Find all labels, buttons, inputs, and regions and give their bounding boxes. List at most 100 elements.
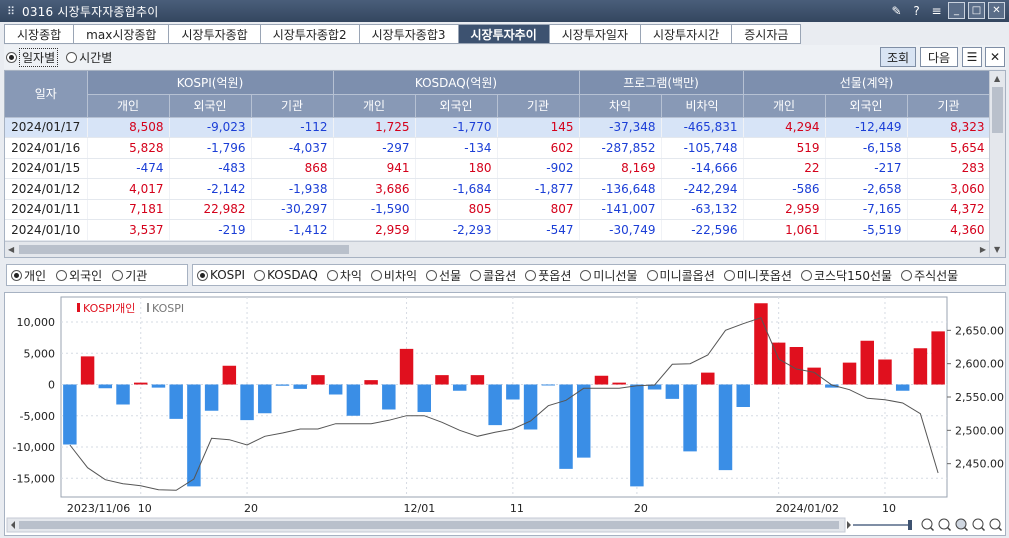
radio-off-icon: [580, 269, 592, 281]
y-left-tick-label: -5,000: [20, 410, 55, 423]
column-header[interactable]: 비차익: [661, 94, 744, 118]
bar-kospi-individual: [594, 375, 609, 385]
legend-label: KOSPI: [152, 302, 184, 315]
tab-5[interactable]: 시장투자종합3: [359, 24, 459, 44]
column-header[interactable]: 개인: [743, 94, 826, 118]
value-cell: -297: [333, 137, 416, 159]
column-header[interactable]: 기관: [251, 94, 334, 118]
window-titlebar: ⠿ 0316 시장투자자종합추이 ✎ ? ≡ _ □ ✕: [0, 0, 1009, 22]
tab-8[interactable]: 시장투자시간: [641, 24, 733, 44]
table-row[interactable]: 2024/01/11 7,181 22,982 -30,297 -1,590 805 807…: [5, 199, 991, 220]
next-button[interactable]: 다음: [920, 47, 958, 67]
tab-9[interactable]: 증시자금: [732, 24, 802, 44]
value-cell: 4,372: [907, 199, 991, 220]
bar-kospi-individual: [240, 384, 254, 421]
scroll-right-icon: [847, 521, 851, 529]
maximize-button[interactable]: □: [968, 2, 985, 19]
mode-time-radio[interactable]: 시간별: [66, 48, 112, 67]
column-header[interactable]: 기관: [497, 94, 580, 118]
market-radio-1[interactable]: KOSPI: [197, 268, 245, 282]
market-radio-2[interactable]: KOSDAQ: [254, 268, 318, 282]
pin-icon[interactable]: ✎: [888, 2, 905, 19]
bar-kospi-individual: [860, 340, 874, 385]
market-radio-7[interactable]: 풋옵션: [525, 267, 571, 284]
column-header[interactable]: 외국인: [169, 94, 252, 118]
radio-label: 미니풋옵션: [736, 268, 792, 283]
value-cell: 8,169: [579, 158, 662, 179]
market-radio-9[interactable]: 미니콜옵션: [646, 267, 715, 284]
column-header[interactable]: 기관: [907, 94, 991, 118]
market-radio-12[interactable]: 주식선물: [901, 267, 958, 284]
column-header[interactable]: 개인: [333, 94, 416, 118]
table-row[interactable]: 2024/01/17 8,508 -9,023 -112 1,725 -1,770 145-…: [5, 117, 991, 138]
bar-kospi-individual: [488, 384, 502, 426]
market-radio-11[interactable]: 코스닥150선물: [800, 267, 892, 284]
date-header[interactable]: 일자: [5, 71, 88, 118]
column-header[interactable]: 외국인: [825, 94, 908, 118]
y-right-tick-label: 2,550.00: [955, 391, 1004, 404]
cursor-tool-icon-handle: [997, 526, 1003, 532]
table-row[interactable]: 2024/01/15 -474 -483 868 941 180 -902 8,169 -14,…: [5, 158, 991, 179]
horizontal-scroll-thumb[interactable]: [19, 245, 349, 254]
group-header-kospi: KOSPI(억원): [87, 71, 334, 95]
market-radio-8[interactable]: 미니선물: [580, 267, 638, 284]
table-vertical-scrollbar[interactable]: ▲ ▼: [989, 71, 1005, 257]
vertical-scroll-thumb[interactable]: [992, 87, 1003, 133]
tab-7[interactable]: 시장투자일자: [549, 24, 642, 44]
value-cell: 8,323: [907, 117, 991, 138]
investor-radio-3[interactable]: 기관: [112, 267, 147, 284]
mode-daily-radio[interactable]: 일자별: [6, 48, 59, 67]
scroll-down-icon[interactable]: ▼: [994, 245, 1000, 254]
value-cell: -1,938: [251, 178, 334, 200]
market-radio-3[interactable]: 차익: [326, 267, 362, 284]
chart-scroll-thumb: [19, 521, 839, 529]
market-radio-4[interactable]: 비차익: [370, 267, 417, 284]
date-cell: 2024/01/16: [5, 137, 88, 159]
table-row[interactable]: 2024/01/12 4,017 -2,142 -1,938 3,686 -1,684 -1…: [5, 178, 991, 200]
bar-kospi-individual: [435, 375, 449, 385]
market-radio-5[interactable]: 선물: [426, 267, 461, 284]
market-radio-10[interactable]: 미니풋옵션: [723, 267, 792, 284]
value-cell: 7,181: [87, 199, 170, 220]
investor-radio-1[interactable]: 개인: [11, 267, 46, 284]
table-row[interactable]: 2024/01/10 3,537 -219 -1,412 2,959 -2,293 -547…: [5, 219, 991, 241]
tab-2[interactable]: max시장종합: [74, 24, 170, 44]
value-cell: -14,666: [661, 158, 744, 179]
value-cell: -1,877: [497, 178, 580, 200]
column-header[interactable]: 차익: [579, 94, 662, 118]
close-panel-icon[interactable]: ✕: [985, 47, 1005, 67]
value-cell: -1,590: [333, 199, 416, 220]
tab-6[interactable]: 시장투자추이: [458, 24, 550, 44]
query-button[interactable]: 조회: [880, 47, 916, 67]
zoom-fit-icon-handle: [963, 526, 969, 532]
scroll-right-icon[interactable]: ▶: [980, 245, 986, 254]
value-cell: -5,519: [825, 219, 908, 241]
table-horizontal-scrollbar[interactable]: ◀ ▶: [5, 241, 989, 257]
help-icon[interactable]: ?: [908, 2, 925, 19]
table-row[interactable]: 2024/01/16 5,828 -1,796 -4,037 -297 -134 602 -2…: [5, 137, 991, 159]
bar-kospi-individual: [701, 372, 715, 385]
value-cell: -30,297: [251, 199, 334, 220]
tab-1[interactable]: 시장종합: [4, 24, 75, 44]
bar-kospi-individual: [98, 384, 113, 389]
tab-3[interactable]: 시장투자종합: [169, 24, 261, 44]
settings-menu-icon[interactable]: ≡: [928, 2, 945, 19]
bar-kospi-individual: [665, 384, 680, 399]
grid-menu-icon[interactable]: ⠿: [0, 5, 22, 18]
column-header[interactable]: 개인: [87, 94, 170, 118]
bar-kospi-individual: [116, 384, 130, 405]
tab-4[interactable]: 시장투자종합2: [260, 24, 360, 44]
minimize-button[interactable]: _: [948, 2, 965, 19]
zoom-out-icon-handle: [929, 526, 935, 532]
investor-radio-2[interactable]: 외국인: [56, 267, 102, 284]
column-header[interactable]: 외국인: [415, 94, 498, 118]
y-left-tick-label: 0: [48, 379, 55, 392]
close-button[interactable]: ✕: [988, 2, 1005, 19]
list-view-icon[interactable]: ☰: [962, 47, 982, 67]
scroll-up-icon[interactable]: ▲: [994, 74, 1000, 83]
market-radio-6[interactable]: 콜옵션: [470, 267, 516, 284]
value-cell: -1,684: [415, 178, 498, 200]
scroll-left-icon[interactable]: ◀: [8, 245, 14, 254]
y-right-tick-label: 2,500.00: [955, 424, 1004, 437]
value-cell: -483: [169, 158, 252, 179]
